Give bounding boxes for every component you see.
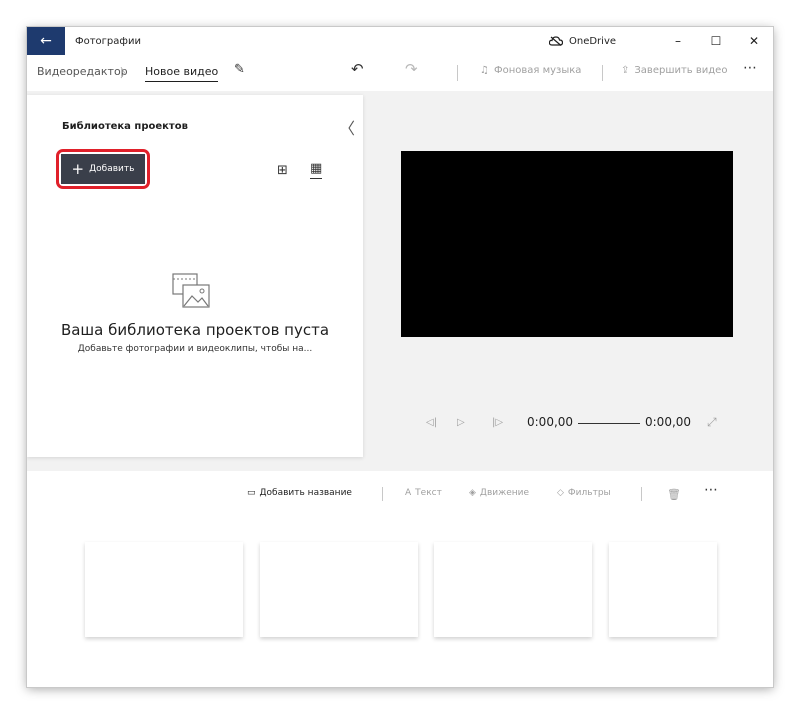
back-button[interactable]: ←: [27, 27, 65, 55]
maximize-icon: ☐: [710, 34, 722, 48]
storyboard-divider: [641, 487, 642, 501]
empty-library-title: Ваша библиотека проектов пуста: [60, 321, 330, 339]
share-export-icon: ⇪: [621, 65, 630, 76]
finish-video-label: Завершить видео: [634, 65, 728, 76]
trash-icon: 🗑: [667, 488, 681, 501]
app-title: Фотографии: [75, 35, 141, 47]
empty-media-icon: [172, 273, 210, 308]
detail-view-icon[interactable]: ▦: [310, 161, 323, 179]
storyboard-slot[interactable]: [260, 542, 418, 637]
storyboard-slot[interactable]: [434, 542, 592, 637]
previous-frame-icon[interactable]: ◁|: [426, 417, 437, 428]
storyboard-more-icon[interactable]: ⋯: [704, 482, 719, 498]
library-title: Библиотека проектов: [62, 121, 188, 132]
motion-button[interactable]: ◈ Движение: [469, 488, 529, 498]
fullscreen-icon[interactable]: ⤢: [707, 415, 717, 430]
music-note-icon: ♫: [480, 65, 489, 76]
finish-video-button[interactable]: ⇪ Завершить видео: [621, 65, 727, 76]
minimize-button[interactable]: –: [663, 27, 693, 55]
add-title-card-label: Добавить название: [259, 488, 352, 498]
rename-pencil-icon[interactable]: ✎: [234, 62, 245, 77]
video-preview[interactable]: [401, 151, 733, 337]
back-arrow-icon: ←: [40, 33, 52, 49]
text-icon: A: [405, 488, 412, 498]
title-bar: ← Фотографии: [27, 27, 773, 55]
motion-icon: ◈: [469, 488, 476, 498]
cloud-offline-icon: [549, 36, 563, 46]
maximize-button[interactable]: ☐: [701, 27, 731, 55]
total-time: 0:00,00: [645, 415, 692, 429]
close-icon: ✕: [748, 34, 760, 48]
motion-label: Движение: [479, 488, 530, 498]
filters-label: Фильтры: [567, 488, 611, 498]
plus-icon: +: [71, 159, 85, 178]
title-card-icon: ▭: [247, 488, 256, 498]
photos-window: ← Фотографии OneDrive – ☐ ✕ Видеоредакто…: [27, 27, 773, 687]
toolbar-divider: [457, 65, 458, 81]
seek-bar[interactable]: [578, 423, 640, 424]
onedrive-label: OneDrive: [569, 35, 617, 47]
empty-library-subtitle: Добавьте фотографии и видеоклипы, чтобы …: [77, 344, 313, 354]
add-button[interactable]: + Добавить: [61, 154, 145, 184]
storyboard-slot[interactable]: [609, 542, 717, 637]
add-button-label: Добавить: [89, 164, 135, 174]
breadcrumb-video-editor[interactable]: Видеоредактор: [37, 65, 128, 78]
filters-button[interactable]: ◇ Фильтры: [557, 488, 611, 498]
redo-icon[interactable]: ↷: [405, 60, 418, 78]
add-title-card-button[interactable]: ▭ Добавить название: [247, 488, 352, 498]
storyboard-slot[interactable]: [85, 542, 243, 637]
more-options-icon[interactable]: ⋯: [743, 60, 758, 76]
collapse-chevron-icon[interactable]: 〈: [339, 115, 355, 139]
project-library-panel: Библиотека проектов 〈 + Добавить ⊞ ▦ Ваш…: [27, 95, 363, 457]
toolbar-divider: [602, 65, 603, 81]
project-name[interactable]: Новое видео: [145, 65, 219, 82]
current-time: 0:00,00: [527, 415, 574, 429]
delete-button[interactable]: 🗑: [667, 488, 681, 501]
play-icon[interactable]: ▷: [457, 417, 465, 428]
next-frame-icon[interactable]: |▷: [492, 417, 503, 428]
filter-icon: ◇: [557, 488, 564, 498]
text-button[interactable]: A Текст: [405, 488, 442, 498]
onedrive-status[interactable]: OneDrive: [549, 27, 616, 55]
text-label: Текст: [415, 488, 442, 498]
background-music-label: Фоновая музыка: [493, 65, 582, 76]
grid-view-icon[interactable]: ⊞: [277, 163, 288, 178]
close-button[interactable]: ✕: [739, 27, 769, 55]
breadcrumb-separator-icon: 〉: [120, 66, 133, 80]
background-music-button[interactable]: ♫ Фоновая музыка: [480, 65, 581, 76]
storyboard-divider: [382, 487, 383, 501]
undo-icon[interactable]: ↶: [351, 60, 364, 78]
minimize-icon: –: [675, 34, 681, 48]
